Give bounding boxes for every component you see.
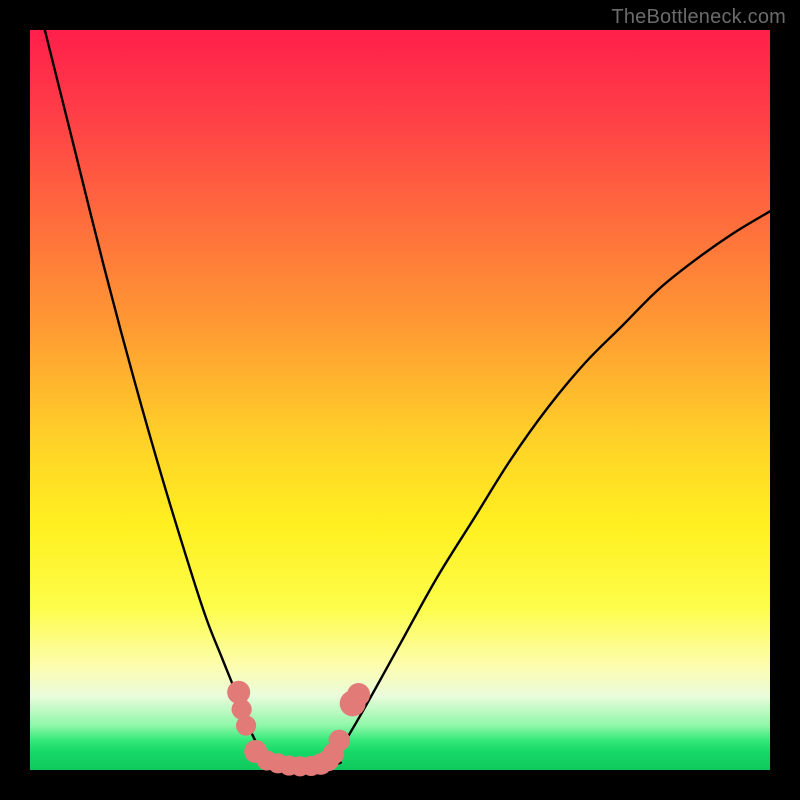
highlight-dot (347, 683, 370, 706)
curve-left-branch (45, 30, 282, 766)
curve-right-branch (326, 211, 770, 766)
chart-svg (30, 30, 770, 770)
watermark-text: TheBottleneck.com (611, 6, 786, 29)
chart-frame: TheBottleneck.com (0, 0, 800, 800)
highlight-dot (329, 730, 351, 752)
highlight-dot (236, 716, 256, 736)
curve-group (45, 30, 770, 769)
highlight-dots-group (227, 681, 370, 777)
